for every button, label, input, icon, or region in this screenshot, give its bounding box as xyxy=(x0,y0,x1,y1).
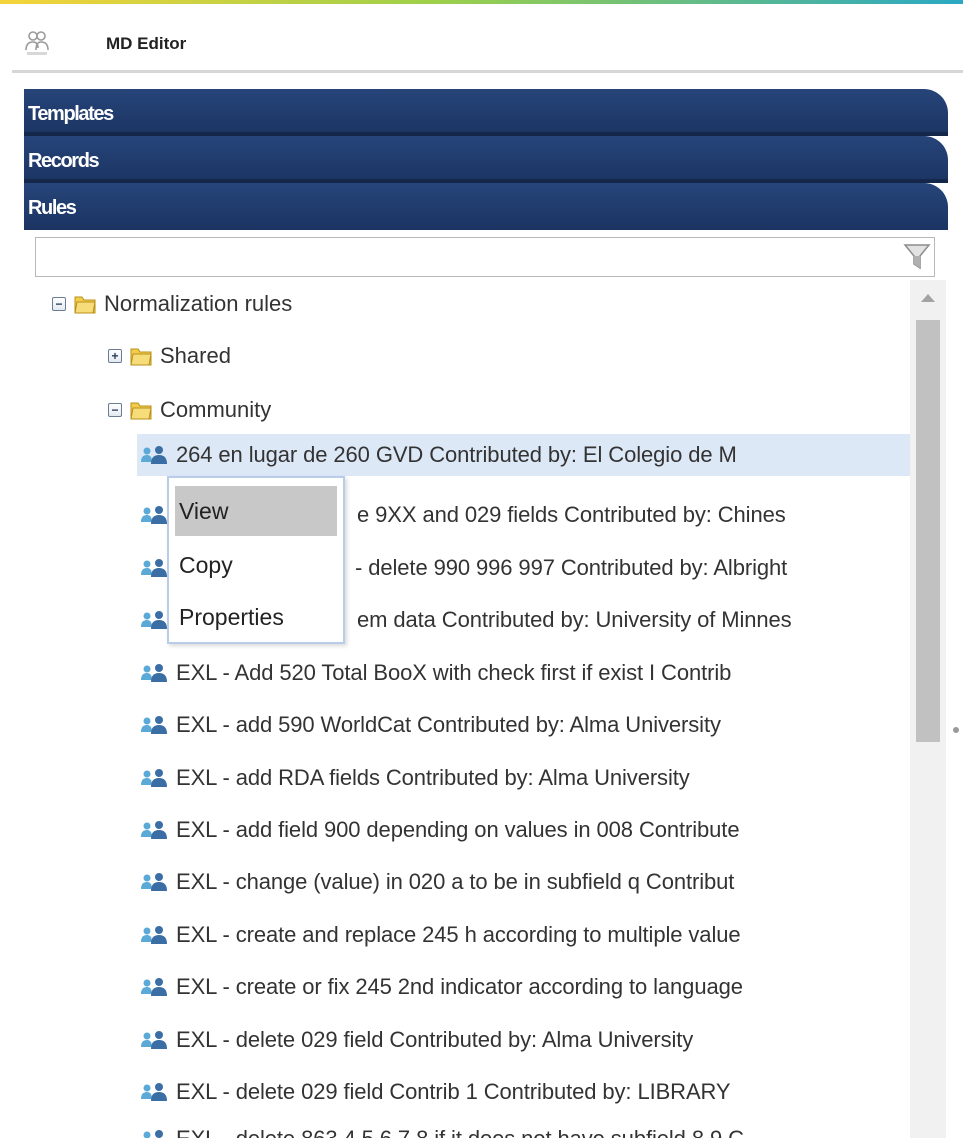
shared-rule-icon xyxy=(141,926,167,944)
shared-rule-icon xyxy=(141,506,167,524)
context-menu-view[interactable]: View xyxy=(175,486,337,536)
shared-rule-icon xyxy=(141,978,167,996)
collapse-icon[interactable]: − xyxy=(108,403,122,417)
folder-icon xyxy=(130,348,152,366)
tree-node-community[interactable]: − Community xyxy=(108,390,271,430)
context-menu-label: Properties xyxy=(179,603,284,630)
accordion-records-label: Records xyxy=(28,150,100,172)
header-divider xyxy=(12,70,963,73)
rule-item-label: e 9XX and 029 fields Contributed by: Chi… xyxy=(357,502,786,527)
rule-item-label: - delete 990 996 997 Contributed by: Alb… xyxy=(355,555,788,580)
rule-item-label: 264 en lugar de 260 GVD Contributed by: … xyxy=(176,442,737,467)
rule-item[interactable]: EXL - add RDA fields Contributed by: Alm… xyxy=(137,757,910,799)
context-menu-label: Copy xyxy=(179,551,233,578)
rule-item-label: EXL - add field 900 depending on values … xyxy=(176,817,740,842)
rule-item[interactable]: EXL - change (value) in 020 a to be in s… xyxy=(137,861,910,903)
shared-rule-icon xyxy=(141,611,167,629)
rule-item[interactable]: EXL - Add 520 Total BooX with check firs… xyxy=(137,652,910,694)
rule-item[interactable]: EXL - delete 029 field Contributed by: A… xyxy=(137,1019,910,1061)
rule-item[interactable]: 264 en lugar de 260 GVD Contributed by: … xyxy=(137,434,910,476)
rule-item-label: em data Contributed by: University of Mi… xyxy=(357,607,792,632)
accordion-rules-label: Rules xyxy=(28,197,77,219)
tree-node-label: Normalization rules xyxy=(104,291,293,316)
tree-node-shared[interactable]: + Shared xyxy=(108,336,231,376)
rule-item[interactable]: EXL - create and replace 245 h according… xyxy=(137,914,910,956)
rule-item-label: EXL - delete 029 field Contributed by: A… xyxy=(176,1027,694,1052)
context-menu-copy[interactable]: Copy xyxy=(175,540,337,590)
app-title: MD Editor xyxy=(106,34,187,53)
rule-item[interactable]: EXL - delete 863 4 5 6 7 8 if it does no… xyxy=(137,1118,910,1138)
rules-tree: − Normalization rules + Shared − Communi… xyxy=(0,280,910,1138)
shared-rule-icon xyxy=(141,446,167,464)
context-menu: View Copy Properties xyxy=(167,476,345,644)
accordion: Templates Records Rules xyxy=(24,89,948,230)
filter-input[interactable] xyxy=(38,240,902,276)
shared-rule-icon xyxy=(141,1083,167,1101)
accordion-rules[interactable]: Rules xyxy=(24,183,948,230)
shared-rule-icon xyxy=(141,559,167,577)
rule-item-label: EXL - add 590 WorldCat Contributed by: A… xyxy=(176,712,721,737)
tree-node-label: Community xyxy=(160,397,272,422)
folder-icon xyxy=(130,402,152,420)
collapse-icon[interactable]: − xyxy=(52,297,66,311)
funnel-icon[interactable] xyxy=(902,242,932,272)
expand-icon[interactable]: + xyxy=(108,349,122,363)
splitter-handle[interactable] xyxy=(953,727,959,733)
rule-item[interactable]: EXL - create or fix 245 2nd indicator ac… xyxy=(137,966,910,1008)
shared-rule-icon xyxy=(141,769,167,787)
context-menu-label: View xyxy=(179,497,229,524)
accordion-records[interactable]: Records xyxy=(24,136,948,183)
folder-icon xyxy=(74,296,96,314)
users-icon xyxy=(25,31,49,55)
shared-rule-icon xyxy=(143,1130,163,1138)
shared-rule-icon xyxy=(141,1031,167,1049)
rule-item-label: EXL - Add 520 Total BooX with check firs… xyxy=(176,660,732,685)
app-header: MD Editor xyxy=(0,4,963,74)
tree-scrollbar[interactable] xyxy=(910,280,946,1138)
accordion-templates[interactable]: Templates xyxy=(24,89,948,136)
rule-item-label: EXL - delete 863 4 5 6 7 8 if it does no… xyxy=(176,1126,744,1138)
rule-item-label: EXL - add RDA fields Contributed by: Alm… xyxy=(176,765,690,790)
scroll-thumb[interactable] xyxy=(916,320,940,742)
shared-rule-icon xyxy=(141,664,167,682)
scroll-up-arrow-icon[interactable] xyxy=(921,294,935,302)
rule-item[interactable]: EXL - add 590 WorldCat Contributed by: A… xyxy=(137,704,910,746)
tree-node-label: Shared xyxy=(160,343,231,368)
tree-node-normalization-rules[interactable]: − Normalization rules xyxy=(52,284,292,324)
filter-box xyxy=(35,237,935,277)
accordion-templates-label: Templates xyxy=(28,103,114,125)
rule-item-label: EXL - create and replace 245 h according… xyxy=(176,922,741,947)
rule-item[interactable]: EXL - delete 029 field Contrib 1 Contrib… xyxy=(137,1071,910,1113)
rule-item-label: EXL - delete 029 field Contrib 1 Contrib… xyxy=(176,1079,731,1104)
context-menu-properties[interactable]: Properties xyxy=(175,592,337,642)
rule-item[interactable]: EXL - add field 900 depending on values … xyxy=(137,809,910,851)
rule-item-label: EXL - create or fix 245 2nd indicator ac… xyxy=(176,974,743,999)
shared-rule-icon xyxy=(141,873,167,891)
rule-item-label: EXL - change (value) in 020 a to be in s… xyxy=(176,869,735,894)
shared-rule-icon xyxy=(141,821,167,839)
shared-rule-icon xyxy=(141,716,167,734)
